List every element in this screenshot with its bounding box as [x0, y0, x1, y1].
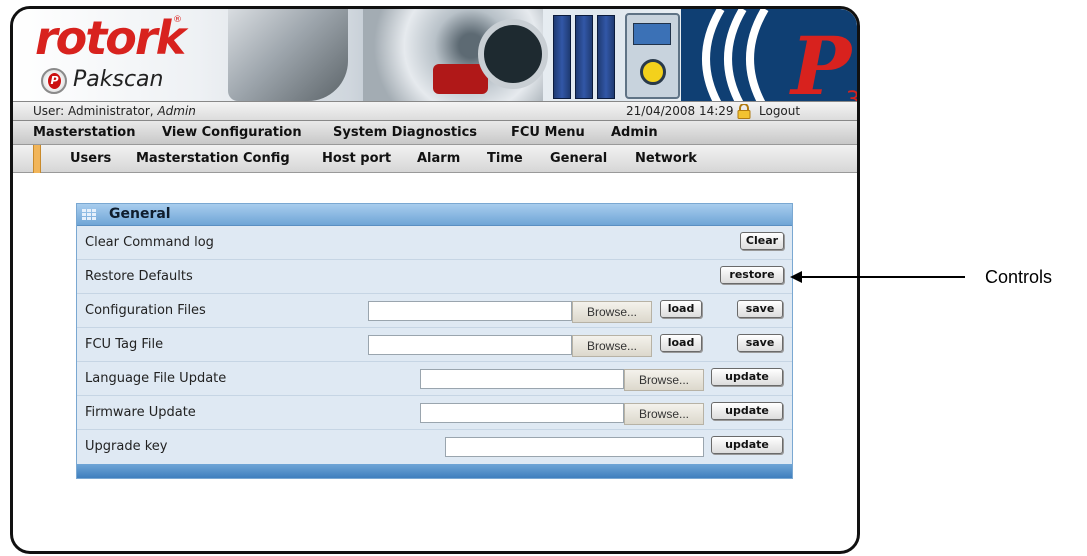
firmware-update-button[interactable]: update [711, 402, 783, 420]
row-label: Upgrade key [85, 439, 168, 454]
device-knob [640, 59, 666, 85]
logout-link[interactable]: Logout [759, 104, 800, 118]
upgrade-key-update-button[interactable]: update [711, 436, 783, 454]
svg-text:P: P [789, 19, 854, 101]
submenu-time[interactable]: Time [487, 151, 523, 166]
fcu-tag-save-button[interactable]: save [737, 334, 783, 352]
panel-header: General [77, 204, 792, 226]
menu-admin[interactable]: Admin [611, 125, 658, 140]
language-browse-button[interactable]: Browse... [624, 369, 704, 391]
user-prefix: User: Administrator, [33, 104, 158, 118]
registered-mark: ® [173, 15, 182, 25]
actuator-red-part [433, 64, 488, 94]
submenu-host-port[interactable]: Host port [322, 151, 391, 166]
upgrade-key-input[interactable] [445, 437, 704, 457]
row-label: Firmware Update [85, 405, 196, 420]
row-language-file-update: Language File Update Browse... update [77, 362, 792, 396]
user-info: User: Administrator, Admin [33, 104, 196, 118]
submenu-masterstation-config[interactable]: Masterstation Config [136, 151, 290, 166]
firmware-file-input[interactable] [420, 403, 624, 423]
rack-module [553, 15, 571, 99]
row-configuration-files: Configuration Files Browse... load save [77, 294, 792, 328]
configuration-save-button[interactable]: save [737, 300, 783, 318]
fcu-tag-browse-button[interactable]: Browse... [572, 335, 652, 357]
menu-fcu-menu[interactable]: FCU Menu [511, 125, 585, 140]
lock-icon [737, 104, 751, 119]
admin-submenu: Users Masterstation Config Host port Ala… [13, 145, 857, 173]
submenu-alarm[interactable]: Alarm [417, 151, 460, 166]
language-file-input[interactable] [420, 369, 624, 389]
masterstation-device-image [625, 13, 680, 99]
row-restore-defaults: Restore Defaults restore [77, 260, 792, 294]
configuration-load-button[interactable]: load [660, 300, 702, 318]
row-firmware-update: Firmware Update Browse... update [77, 396, 792, 430]
clear-button[interactable]: Clear [740, 232, 784, 250]
submenu-general[interactable]: General [550, 151, 607, 166]
actuator-display-ring [478, 19, 548, 89]
configuration-browse-button[interactable]: Browse... [572, 301, 652, 323]
header-banner: P 3 rotork ® P Pakscan [13, 9, 857, 101]
rack-module [597, 15, 615, 99]
callout-arrow-icon [790, 271, 802, 283]
main-menu: Masterstation View Configuration System … [13, 121, 857, 145]
panel-title: General [109, 206, 171, 222]
grid-icon [82, 209, 96, 220]
submenu-marker [33, 145, 41, 173]
row-label: Configuration Files [85, 303, 206, 318]
menu-masterstation[interactable]: Masterstation [33, 125, 135, 140]
svg-text:3: 3 [846, 88, 857, 101]
rack-module [575, 15, 593, 99]
datetime: 21/04/2008 14:29 [626, 104, 734, 118]
row-label: Language File Update [85, 371, 227, 386]
language-update-button[interactable]: update [711, 368, 783, 386]
actuator-image [228, 9, 348, 101]
fcu-tag-load-button[interactable]: load [660, 334, 702, 352]
fcu-tag-file-input[interactable] [368, 335, 572, 355]
device-screen [633, 23, 671, 45]
app-window: P 3 rotork ® P Pakscan User: Administrat… [10, 6, 860, 554]
row-label: Clear Command log [85, 235, 214, 250]
submenu-network[interactable]: Network [635, 151, 697, 166]
restore-button[interactable]: restore [720, 266, 784, 284]
pakscan-badge-icon: P [41, 68, 67, 94]
row-upgrade-key: Upgrade key update [77, 430, 792, 464]
submenu-users[interactable]: Users [70, 151, 111, 166]
row-fcu-tag-file: FCU Tag File Browse... load save [77, 328, 792, 362]
general-panel: General Clear Command log Clear Restore … [76, 203, 793, 479]
product-name: Pakscan [73, 67, 164, 92]
menu-system-diagnostics[interactable]: System Diagnostics [333, 125, 477, 140]
p3-logo-arcs: P 3 [681, 9, 857, 101]
firmware-browse-button[interactable]: Browse... [624, 403, 704, 425]
callout-line [795, 276, 965, 278]
panel-footer [77, 464, 792, 478]
rotork-logo: rotork [35, 11, 186, 65]
badge-letter: P [48, 73, 61, 89]
menu-view-configuration[interactable]: View Configuration [162, 125, 302, 140]
row-clear-command-log: Clear Command log Clear [77, 226, 792, 260]
callout-label: Controls [985, 267, 1053, 287]
user-role: Admin [157, 104, 196, 118]
row-label: FCU Tag File [85, 337, 164, 352]
row-label: Restore Defaults [85, 269, 193, 284]
user-status-bar: User: Administrator, Admin 21/04/2008 14… [13, 101, 857, 121]
configuration-file-input[interactable] [368, 301, 572, 321]
